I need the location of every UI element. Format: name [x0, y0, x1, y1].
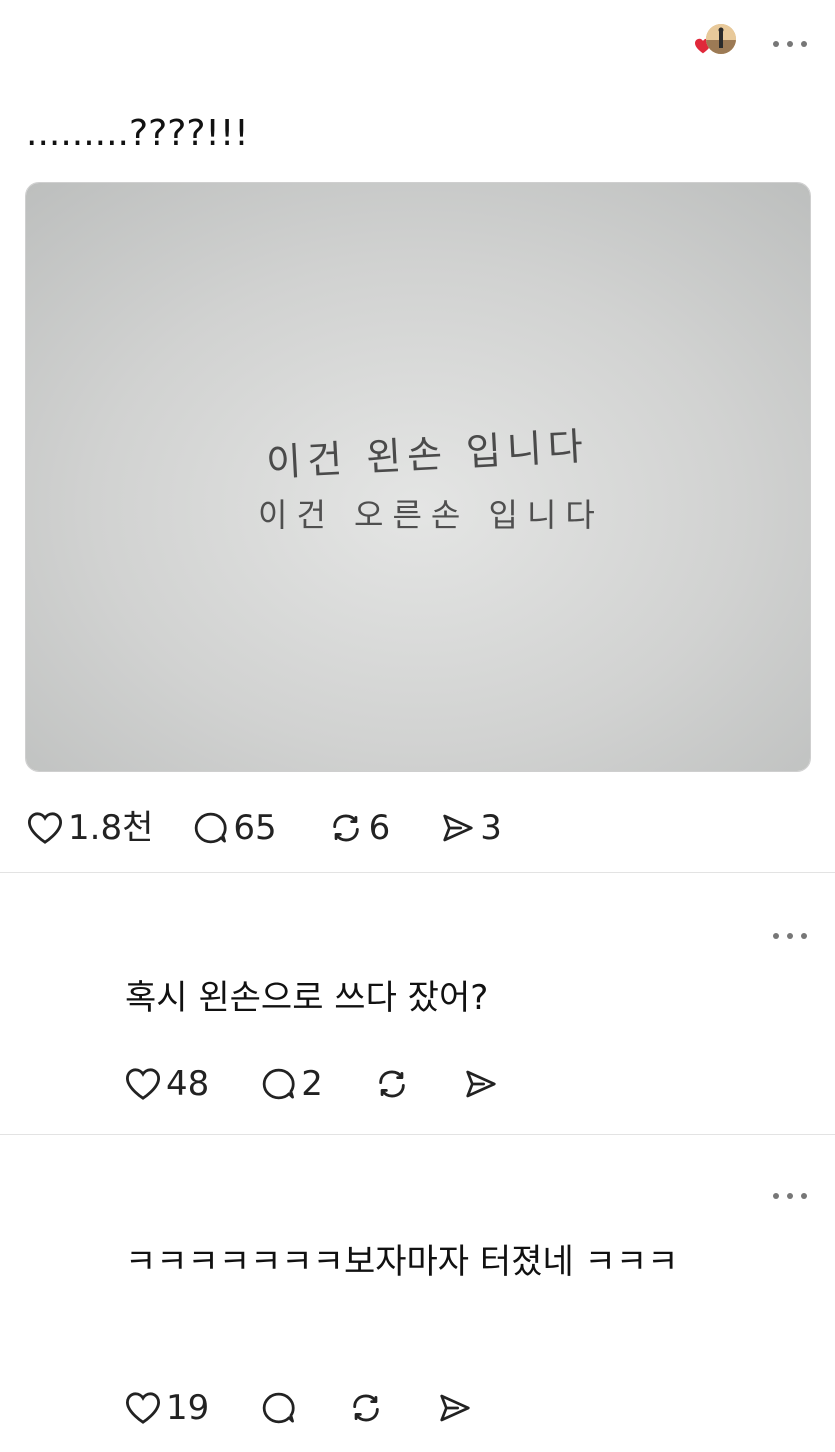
repost-button[interactable] — [347, 1386, 385, 1430]
repost-icon — [379, 1070, 405, 1098]
more-dot-icon — [787, 933, 793, 939]
handwriting-line-right-hand: 이건 오른손 입니다 — [258, 496, 604, 534]
divider — [0, 872, 835, 873]
comment-bubble-icon — [263, 1068, 295, 1100]
comment-text: 혹시 왼손으로 쓰다 잤어? — [125, 978, 489, 1018]
repost-button[interactable] — [373, 1062, 411, 1106]
post-more-options-button[interactable] — [770, 34, 810, 54]
send-icon — [443, 814, 473, 842]
post-photo[interactable]: 이건 왼손 입니다 이건 오른손 입니다 — [25, 182, 811, 772]
like-button[interactable]: 1.8천 — [26, 806, 153, 850]
share-count: 3 — [480, 808, 502, 848]
author-avatar-button[interactable] — [692, 24, 738, 58]
heart-icon — [125, 1392, 161, 1424]
comment-actions: 19 — [124, 1386, 473, 1430]
repost-button[interactable]: 6 — [327, 806, 391, 850]
comment-actions: 48 2 — [124, 1062, 499, 1106]
more-dot-icon — [801, 1193, 807, 1199]
comment-more-options-button[interactable] — [770, 926, 810, 946]
comment-text: ㅋㅋㅋㅋㅋㅋㅋ보자마자 터졌네 ㅋㅋㅋ — [125, 1242, 679, 1282]
reply-count: 2 — [301, 1064, 323, 1104]
comment-more-options-button[interactable] — [770, 1186, 810, 1206]
more-dot-icon — [773, 1193, 779, 1199]
reply-button[interactable]: 2 — [259, 1062, 323, 1106]
share-button[interactable]: 3 — [440, 806, 502, 850]
more-dot-icon — [787, 41, 793, 47]
like-count: 1.8천 — [68, 808, 154, 848]
comment-count: 65 — [233, 808, 277, 848]
heart-icon — [27, 812, 63, 844]
like-count: 19 — [166, 1388, 210, 1428]
share-button[interactable] — [463, 1062, 499, 1106]
heart-icon — [125, 1068, 161, 1100]
comment-bubble-icon — [263, 1392, 295, 1424]
post-actions: 1.8천 65 6 3 — [26, 806, 502, 850]
send-icon — [440, 1394, 470, 1422]
avatar — [706, 24, 736, 54]
comment-bubble-icon — [195, 812, 227, 844]
repost-icon — [353, 1394, 380, 1422]
like-button[interactable]: 19 — [124, 1386, 209, 1430]
reply-button[interactable] — [259, 1386, 297, 1430]
more-dot-icon — [787, 1193, 793, 1199]
divider — [0, 1134, 835, 1135]
post-text: .........????!!! — [26, 113, 249, 154]
comment-button[interactable]: 65 — [191, 806, 277, 850]
more-dot-icon — [801, 41, 807, 47]
more-dot-icon — [773, 933, 779, 939]
repost-count: 6 — [368, 808, 391, 848]
send-icon — [466, 1070, 496, 1098]
like-count: 48 — [166, 1064, 210, 1104]
more-dot-icon — [773, 41, 779, 47]
share-button[interactable] — [437, 1386, 473, 1430]
repost-icon — [332, 814, 359, 842]
like-button[interactable]: 48 — [124, 1062, 209, 1106]
more-dot-icon — [801, 933, 807, 939]
top-bar — [0, 0, 835, 90]
